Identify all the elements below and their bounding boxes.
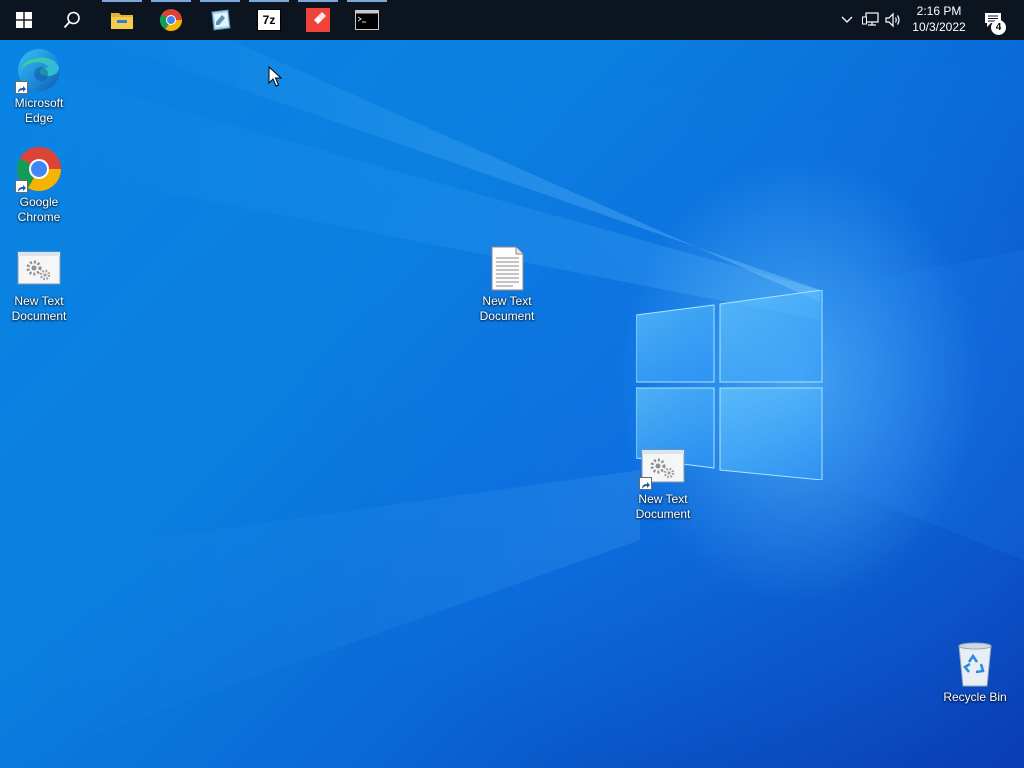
- clock-time: 2:16 PM: [916, 4, 962, 18]
- tray-network-button[interactable]: [860, 0, 882, 40]
- folder-icon: [111, 13, 133, 29]
- anydesk-icon: [306, 8, 330, 32]
- terminal-icon: [355, 10, 379, 30]
- 7zip-label: 7z: [262, 13, 276, 27]
- windows-start-icon: [16, 12, 32, 28]
- taskbar: 7z 2:16 PM 10/3/2022 4: [0, 0, 1024, 40]
- text-document-icon: [491, 246, 524, 291]
- 7zip-icon: 7z: [257, 9, 281, 31]
- taskbar-7zip[interactable]: 7z: [245, 0, 293, 40]
- desktop-icon-new-text-document-2[interactable]: New Text Document: [469, 244, 545, 324]
- wallpaper-light-beams: [0, 40, 1024, 768]
- desktop-icon-new-text-document-1[interactable]: New Text Document: [1, 244, 77, 324]
- desktop-icon-label: New Text Document: [635, 492, 691, 521]
- taskbar-file-explorer[interactable]: [98, 0, 146, 40]
- desktop-icon-new-text-document-3[interactable]: New Text Document: [625, 442, 701, 522]
- shortcut-arrow-icon: [15, 81, 28, 94]
- desktop-icon-google-chrome[interactable]: Google Chrome: [1, 145, 77, 225]
- desktop-icon-label: Recycle Bin: [943, 690, 1007, 704]
- clock-date: 10/3/2022: [912, 20, 966, 34]
- desktop[interactable]: Microsoft Edge Google Chrome New Text Do…: [0, 40, 1024, 768]
- search-icon: [63, 11, 80, 29]
- search-button[interactable]: [48, 0, 96, 40]
- network-icon: [862, 12, 879, 26]
- desktop-icon-microsoft-edge[interactable]: Microsoft Edge: [1, 46, 77, 126]
- notepad-icon: [211, 9, 231, 31]
- desktop-icon-label: Microsoft Edge: [14, 96, 64, 125]
- taskbar-notepad[interactable]: [196, 0, 244, 40]
- taskbar-google-chrome[interactable]: [147, 0, 195, 40]
- desktop-icon-label: Google Chrome: [17, 195, 61, 224]
- tray-overflow-button[interactable]: [838, 0, 856, 40]
- mouse-cursor-icon: [268, 66, 282, 87]
- taskbar-clock[interactable]: 2:16 PM 10/3/2022: [904, 3, 974, 37]
- desktop-icon-label: New Text Document: [479, 294, 535, 323]
- desktop-icon-recycle-bin[interactable]: Recycle Bin: [937, 640, 1013, 705]
- speaker-icon: [885, 12, 900, 28]
- tray-volume-button[interactable]: [884, 0, 904, 40]
- settings-window-icon: [17, 251, 61, 285]
- desktop-icon-label: New Text Document: [11, 294, 67, 323]
- taskbar-command-prompt[interactable]: [343, 0, 391, 40]
- taskbar-anydesk[interactable]: [294, 0, 342, 40]
- chevron-up-icon: [841, 16, 853, 23]
- shortcut-arrow-icon: [15, 180, 28, 193]
- notification-count-badge: 4: [991, 20, 1006, 35]
- shortcut-arrow-icon: [639, 477, 652, 490]
- recycle-bin-icon: [958, 642, 992, 687]
- action-center-button[interactable]: [978, 0, 1008, 40]
- chrome-icon: [160, 9, 182, 31]
- start-button[interactable]: [0, 0, 48, 40]
